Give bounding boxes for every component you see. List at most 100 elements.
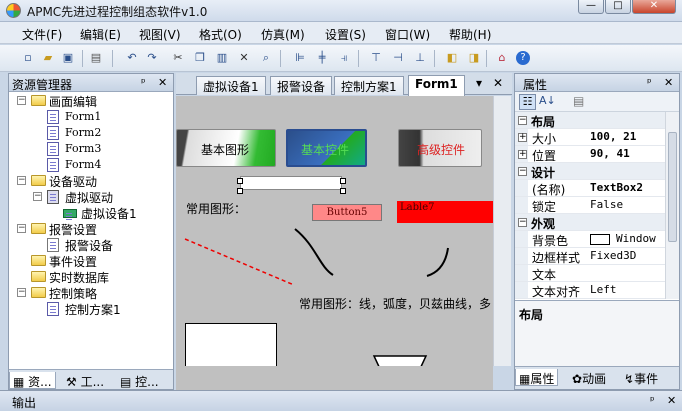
property-row[interactable]: 背景色 Window <box>515 231 665 248</box>
close-icon[interactable]: ✕ <box>667 394 676 407</box>
tab-list-icon[interactable]: ▾ <box>476 76 482 90</box>
tree-item[interactable]: 事件设置 <box>9 253 173 269</box>
property-row[interactable]: + 位置 90, 41 <box>515 146 665 163</box>
property-category[interactable]: − 布局 <box>515 112 665 129</box>
property-value[interactable]: Left <box>590 283 617 296</box>
expand-toggle[interactable]: − <box>17 224 26 233</box>
tab-animation[interactable]: ✿动画 <box>569 369 609 386</box>
property-scrollbar[interactable] <box>665 112 679 299</box>
property-row[interactable]: 文本 <box>515 265 665 282</box>
categorized-icon[interactable]: ☷ <box>519 94 536 110</box>
shapes-description[interactable]: 常用图形：线，弧度，贝兹曲线，多 <box>299 295 491 312</box>
minimize-button[interactable]: — <box>578 0 604 14</box>
tab-properties[interactable]: ▦属性 <box>515 369 559 386</box>
expand-toggle[interactable]: − <box>33 192 42 201</box>
property-row[interactable]: (名称) TextBox2 <box>515 180 665 197</box>
tree-item[interactable]: Form2 <box>9 125 173 141</box>
menu-file[interactable]: 文件(F) <box>22 26 62 43</box>
property-value[interactable]: 100, 21 <box>590 130 636 143</box>
align-top-icon[interactable]: ⊤ <box>368 50 384 66</box>
tree-item[interactable]: − 设备驱动 <box>9 173 173 189</box>
menu-view[interactable]: 视图(V) <box>139 26 181 43</box>
pin-icon[interactable]: ᵖ <box>650 394 655 407</box>
tree-item[interactable]: − 报警设置 <box>9 221 173 237</box>
pin-icon[interactable]: ᵖ <box>141 76 146 89</box>
tab-control-scheme[interactable]: 控制方案1 <box>334 76 404 95</box>
new-icon[interactable]: ▫ <box>20 50 36 66</box>
tree-item[interactable]: 实时数据库 <box>9 269 173 285</box>
expand-toggle[interactable]: + <box>518 150 527 159</box>
canvas-vertical-scrollbar[interactable] <box>493 96 511 366</box>
help-icon[interactable]: ? <box>516 51 530 65</box>
tree-item[interactable]: − 画面编辑 <box>9 93 173 109</box>
print-icon[interactable]: ▤ <box>88 50 104 66</box>
expand-toggle[interactable]: − <box>17 176 26 185</box>
tab-virtual-device[interactable]: 虚拟设备1 <box>196 76 266 95</box>
expand-toggle[interactable]: − <box>518 218 527 227</box>
expand-toggle[interactable]: − <box>518 116 527 125</box>
copy-icon[interactable]: ❐ <box>192 50 208 66</box>
maximize-button[interactable]: □ <box>605 0 631 14</box>
expand-toggle[interactable]: − <box>17 288 26 297</box>
expand-toggle[interactable]: − <box>17 96 26 105</box>
pin-icon[interactable]: ᵖ <box>647 76 652 89</box>
tab-tools[interactable]: ⚒ 工... <box>63 372 107 389</box>
tab-alarm-device[interactable]: 报警设备 <box>270 76 333 95</box>
home-icon[interactable]: ⌂ <box>494 50 510 66</box>
close-icon[interactable]: ✕ <box>493 76 503 90</box>
property-category[interactable]: − 外观 <box>515 214 665 231</box>
menu-help[interactable]: 帮助(H) <box>449 26 491 43</box>
align-middle-icon[interactable]: ⊣ <box>390 50 406 66</box>
find-icon[interactable]: ⌕ <box>258 50 274 66</box>
property-value[interactable]: False <box>590 198 623 211</box>
cut-icon[interactable]: ✂ <box>170 50 186 66</box>
tab-resources[interactable]: ▦ 资... <box>9 372 56 389</box>
property-row[interactable]: 边框样式 Fixed3D <box>515 248 665 265</box>
bring-front-icon[interactable]: ◧ <box>444 50 460 66</box>
tree-item[interactable]: Form3 <box>9 141 173 157</box>
property-category[interactable]: − 设计 <box>515 163 665 180</box>
tree-item[interactable]: − 虚拟驱动 <box>9 189 173 205</box>
open-icon[interactable]: ▰ <box>40 50 56 66</box>
property-row[interactable]: 文本对齐 Left <box>515 282 665 299</box>
menu-format[interactable]: 格式(O) <box>199 26 242 43</box>
menu-window[interactable]: 窗口(W) <box>385 26 430 43</box>
undo-icon[interactable]: ↶ <box>124 50 140 66</box>
alphabetical-icon[interactable]: A↓ <box>539 94 556 107</box>
property-row[interactable]: + 大小 100, 21 <box>515 129 665 146</box>
design-canvas[interactable]: 基本图形 基本控件 高级控件 常用图形： Button5 Lable7 常用图形… <box>176 96 493 390</box>
expand-toggle[interactable]: − <box>518 167 527 176</box>
property-pages-icon[interactable]: ▤ <box>573 94 584 108</box>
tree-item[interactable]: Form1 <box>9 109 173 125</box>
tab-controls[interactable]: ▤ 控... <box>117 372 162 389</box>
tree-item[interactable]: − 控制策略 <box>9 285 173 301</box>
align-center-icon[interactable]: ╪ <box>314 50 330 66</box>
property-value[interactable]: TextBox2 <box>590 181 643 194</box>
menu-simulate[interactable]: 仿真(M) <box>261 26 305 43</box>
menu-settings[interactable]: 设置(S) <box>325 26 366 43</box>
expand-toggle[interactable]: + <box>518 133 527 142</box>
redo-icon[interactable]: ↷ <box>144 50 160 66</box>
save-icon[interactable]: ▣ <box>60 50 76 66</box>
property-value[interactable]: Fixed3D <box>590 249 636 262</box>
align-bottom-icon[interactable]: ⊥ <box>412 50 428 66</box>
menu-edit[interactable]: 编辑(E) <box>80 26 121 43</box>
tree-item[interactable]: Form4 <box>9 157 173 173</box>
property-value[interactable]: 90, 41 <box>590 147 630 160</box>
property-value[interactable]: Window <box>616 232 656 245</box>
align-right-icon[interactable]: ⫣ <box>336 50 352 66</box>
send-back-icon[interactable]: ◨ <box>466 50 482 66</box>
tab-form1[interactable]: Form1 <box>408 75 465 96</box>
close-icon[interactable]: ✕ <box>664 76 673 89</box>
align-left-icon[interactable]: ⊫ <box>292 50 308 66</box>
tree-item[interactable]: 控制方案1 <box>9 301 173 317</box>
tree-item[interactable]: 报警设备 <box>9 237 173 253</box>
delete-icon[interactable]: ✕ <box>236 50 252 66</box>
close-window-button[interactable]: ✕ <box>632 0 676 14</box>
paste-icon[interactable]: ▥ <box>214 50 230 66</box>
close-icon[interactable]: ✕ <box>158 76 167 89</box>
tab-events[interactable]: ↯事件 <box>621 369 661 386</box>
scroll-thumb[interactable] <box>668 132 677 242</box>
property-row[interactable]: 锁定 False <box>515 197 665 214</box>
tree-item[interactable]: 虚拟设备1 <box>9 205 173 221</box>
